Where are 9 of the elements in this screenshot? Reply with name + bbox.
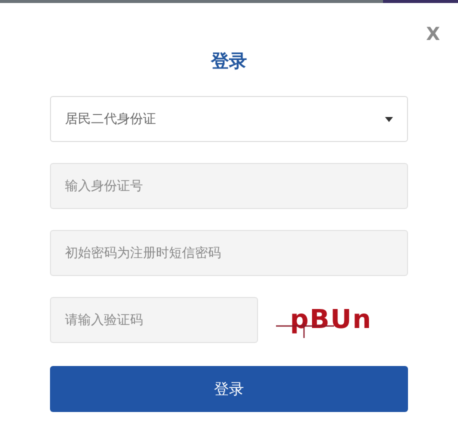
dialog-title: 登录 <box>211 50 247 73</box>
select-value: 居民二代身份证 <box>65 111 156 128</box>
caret-icon <box>385 116 393 122</box>
captcha-code[interactable]: pBUn <box>290 305 372 335</box>
id-type-select[interactable]: 居民二代身份证 <box>50 96 408 142</box>
login-button[interactable]: 登录 <box>50 366 408 412</box>
captcha-field[interactable]: 请输入验证码 <box>50 297 258 343</box>
input-field[interactable]: 初始密码为注册时短信密码 <box>50 230 408 276</box>
input-field[interactable]: 输入身份证号 <box>50 163 408 209</box>
